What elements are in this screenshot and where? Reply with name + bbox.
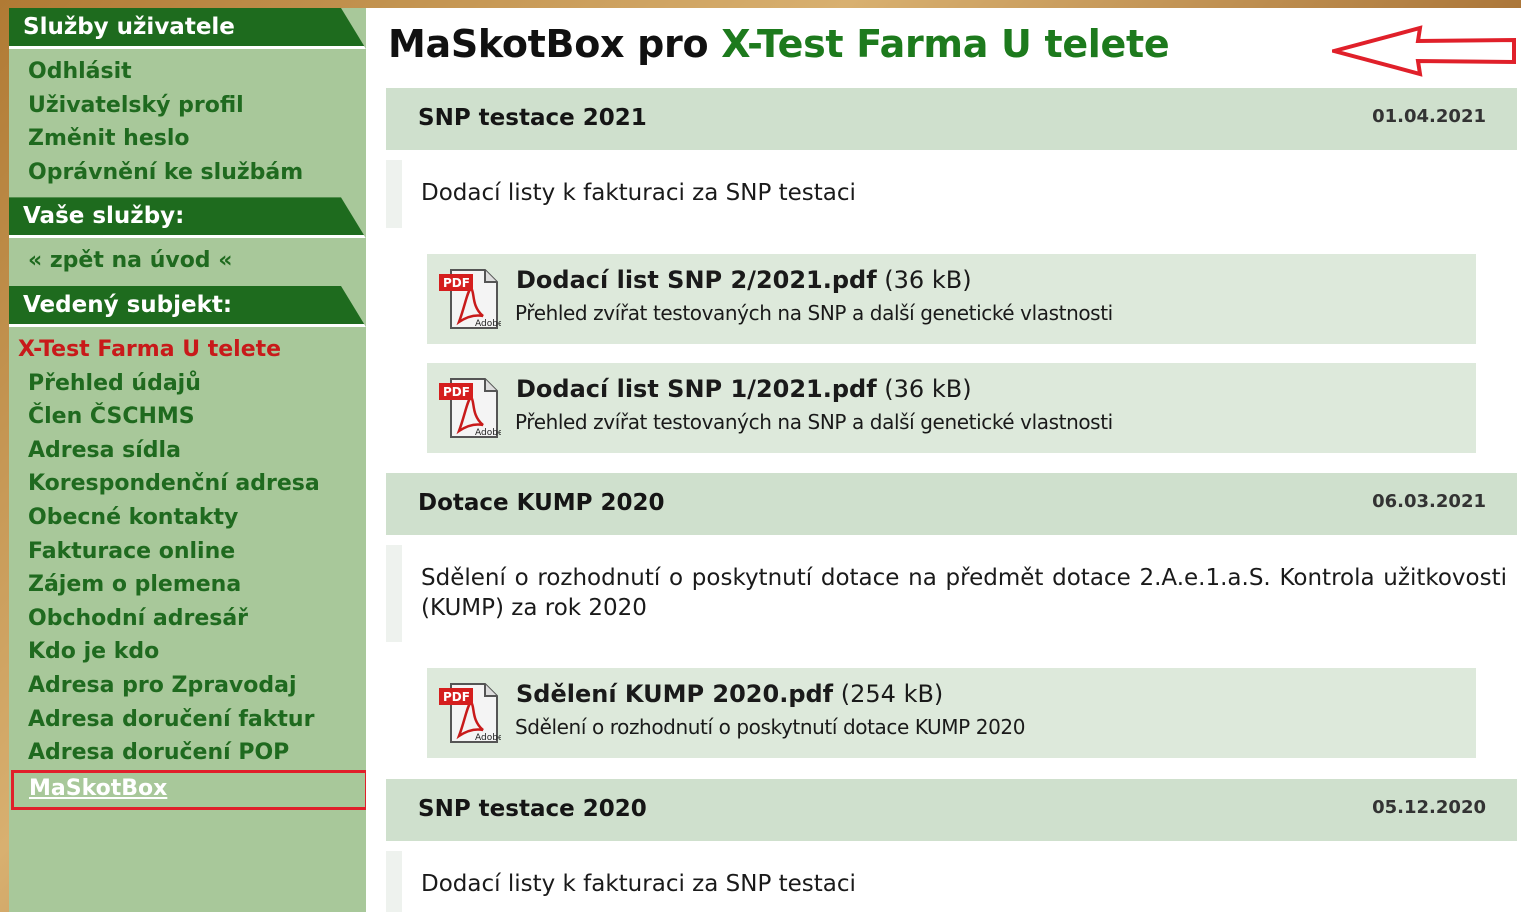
file-name[interactable]: Dodací list SNP 2/2021.pdf <box>516 266 877 294</box>
section-description: Dodací listy k fakturaci za SNP testaci <box>421 871 856 897</box>
sidebar: Služby uživatele Odhlásit Uživatelský pr… <box>9 8 368 912</box>
section-date: 01.04.2021 <box>1372 106 1486 127</box>
sidebar-link-who-is-who[interactable]: Kdo je kdo <box>9 635 366 669</box>
current-subject-name: X-Test Farma U telete <box>18 336 282 362</box>
pdf-icon: PDF Adobe <box>439 683 501 743</box>
file-description: Přehled zvířat testovaných na SNP a dalš… <box>515 301 1113 325</box>
sidebar-header-user-services: Služby uživatele <box>9 8 366 49</box>
red-arrow-left-icon <box>1332 25 1516 77</box>
pdf-badge-text: PDF <box>443 690 470 704</box>
sidebar-link-change-password[interactable]: Změnit heslo <box>9 122 366 156</box>
sidebar-link-online-invoicing[interactable]: Fakturace online <box>9 535 366 569</box>
section-title: Dotace KUMP 2020 <box>418 490 665 516</box>
file-link[interactable]: Sdělení KUMP 2020.pdf (254 kB) <box>516 680 943 708</box>
section-header: SNP testace 2020 05.12.2020 <box>386 779 1517 841</box>
sidebar-link-maskotbox[interactable]: MaSkotBox <box>11 769 368 810</box>
sidebar-link-service-permissions[interactable]: Oprávnění ke službám <box>9 156 366 190</box>
sidebar-header-your-services: Vaše služby: <box>9 197 366 239</box>
file-link[interactable]: Dodací list SNP 2/2021.pdf (36 kB) <box>516 266 972 294</box>
sidebar-link-invoice-delivery-address[interactable]: Adresa doručení faktur <box>9 703 366 737</box>
pdf-icon: PDF Adobe <box>439 269 501 329</box>
user-services-menu: Odhlásit Uživatelský profil Změnit heslo… <box>9 49 366 197</box>
section-date: 06.03.2021 <box>1372 491 1486 512</box>
section-description: Sdělení o rozhodnutí o poskytnutí dotace… <box>421 565 1507 621</box>
section-header: Dotace KUMP 2020 06.03.2021 <box>386 473 1517 535</box>
file-name[interactable]: Sdělení KUMP 2020.pdf <box>516 680 833 708</box>
section-date: 05.12.2020 <box>1372 797 1486 818</box>
sidebar-link-logout[interactable]: Odhlásit <box>9 55 366 89</box>
file-name[interactable]: Dodací list SNP 1/2021.pdf <box>516 375 877 403</box>
pdf-brand-text: Adobe <box>475 428 501 438</box>
section-description: Dodací listy k fakturaci za SNP testaci <box>421 180 856 206</box>
file-item[interactable]: PDF Adobe Dodací list SNP 1/2021.pdf (36… <box>427 363 1476 453</box>
sidebar-link-general-contacts[interactable]: Obecné kontakty <box>9 501 366 535</box>
sidebar-link-breed-interest[interactable]: Zájem o plemena <box>9 568 366 602</box>
sidebar-link-cschms-member[interactable]: Člen ČSCHMS <box>9 400 366 434</box>
sidebar-link-back-home[interactable]: « zpět na úvod « <box>9 244 366 278</box>
section-header: SNP testace 2021 01.04.2021 <box>386 88 1517 150</box>
sidebar-link-user-profile[interactable]: Uživatelský profil <box>9 89 366 123</box>
file-item[interactable]: PDF Adobe Sdělení KUMP 2020.pdf (254 kB)… <box>427 668 1476 758</box>
sidebar-link-pop-delivery-address[interactable]: Adresa doručení POP <box>9 736 366 770</box>
pdf-badge-text: PDF <box>443 276 470 290</box>
your-services-menu: « zpět na úvod « <box>9 238 366 286</box>
description-bar <box>386 851 402 912</box>
section-title: SNP testace 2021 <box>418 105 647 131</box>
file-size: (36 kB) <box>884 266 972 294</box>
sidebar-link-registered-address[interactable]: Adresa sídla <box>9 434 366 468</box>
sidebar-link-data-overview[interactable]: Přehled údajů <box>9 367 366 401</box>
file-size: (36 kB) <box>884 375 972 403</box>
file-size: (254 kB) <box>840 680 944 708</box>
page-title-farm: X-Test Farma U telete <box>721 22 1170 66</box>
file-description: Přehled zvířat testovaných na SNP a dalš… <box>515 410 1113 434</box>
pdf-icon: PDF Adobe <box>439 378 501 438</box>
page-title-prefix: MaSkotBox pro <box>388 22 722 66</box>
page-title: MaSkotBox pro X-Test Farma U telete <box>388 22 1170 66</box>
sidebar-link-newsletter-address[interactable]: Adresa pro Zpravodaj <box>9 669 366 703</box>
description-bar <box>386 160 402 228</box>
sidebar-link-business-directory[interactable]: Obchodní adresář <box>9 602 366 636</box>
description-bar <box>386 545 402 642</box>
main-content: MaSkotBox pro X-Test Farma U telete SNP … <box>366 8 1521 912</box>
file-link[interactable]: Dodací list SNP 1/2021.pdf (36 kB) <box>516 375 972 403</box>
file-description: Sdělení o rozhodnutí o poskytnutí dotace… <box>515 715 1026 739</box>
pdf-brand-text: Adobe <box>475 733 501 743</box>
pdf-brand-text: Adobe <box>475 319 501 329</box>
file-item[interactable]: PDF Adobe Dodací list SNP 2/2021.pdf (36… <box>427 254 1476 344</box>
managed-subject-menu: X-Test Farma U telete Přehled údajů Člen… <box>9 327 368 818</box>
section-title: SNP testace 2020 <box>418 796 647 822</box>
sidebar-header-managed-subject: Vedený subjekt: <box>9 285 366 327</box>
sidebar-link-correspondence-address[interactable]: Korespondenční adresa <box>9 467 366 501</box>
pdf-badge-text: PDF <box>443 385 470 399</box>
